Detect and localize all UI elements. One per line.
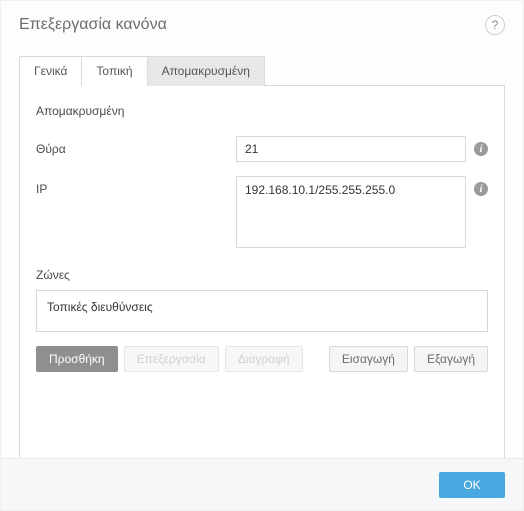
tab-panel-remote: Απομακρυσμένη Θύρα i IP i Ζώνες Τοπικές … [19,85,505,467]
ok-button[interactable]: OK [439,472,505,498]
label-zones: Ζώνες [36,268,488,282]
input-ip[interactable] [236,176,466,248]
info-icon[interactable]: i [474,182,488,196]
tab-general[interactable]: Γενικά [19,56,82,86]
tab-local[interactable]: Τοπική [81,56,147,86]
dialog-title: Επεξεργασία κανόνα [19,16,167,34]
section-title-remote: Απομακρυσμένη [36,104,488,118]
zones-list[interactable]: Τοπικές διευθύνσεις [36,290,488,332]
export-button[interactable]: Εξαγωγή [414,346,488,372]
label-port: Θύρα [36,136,236,156]
tab-bar: Γενικά Τοπική Απομακρυσμένη [19,55,505,85]
add-button[interactable]: Προσθήκη [36,346,118,372]
dialog-footer: OK [1,458,523,510]
zones-button-row: Προσθήκη Επεξεργασία Διαγραφή Εισαγωγή Ε… [36,346,488,372]
help-icon[interactable]: ? [485,15,505,35]
row-port: Θύρα i [36,136,488,162]
input-port[interactable] [236,136,466,162]
list-item[interactable]: Τοπικές διευθύνσεις [47,299,477,315]
info-icon[interactable]: i [474,142,488,156]
row-ip: IP i [36,176,488,248]
dialog-window: Επεξεργασία κανόνα ? Γενικά Τοπική Απομα… [0,0,524,511]
delete-button: Διαγραφή [225,346,303,372]
tab-remote[interactable]: Απομακρυσμένη [147,56,265,86]
label-ip: IP [36,176,236,196]
titlebar: Επεξεργασία κανόνα ? [1,1,523,47]
import-button[interactable]: Εισαγωγή [329,346,408,372]
edit-button: Επεξεργασία [124,346,219,372]
